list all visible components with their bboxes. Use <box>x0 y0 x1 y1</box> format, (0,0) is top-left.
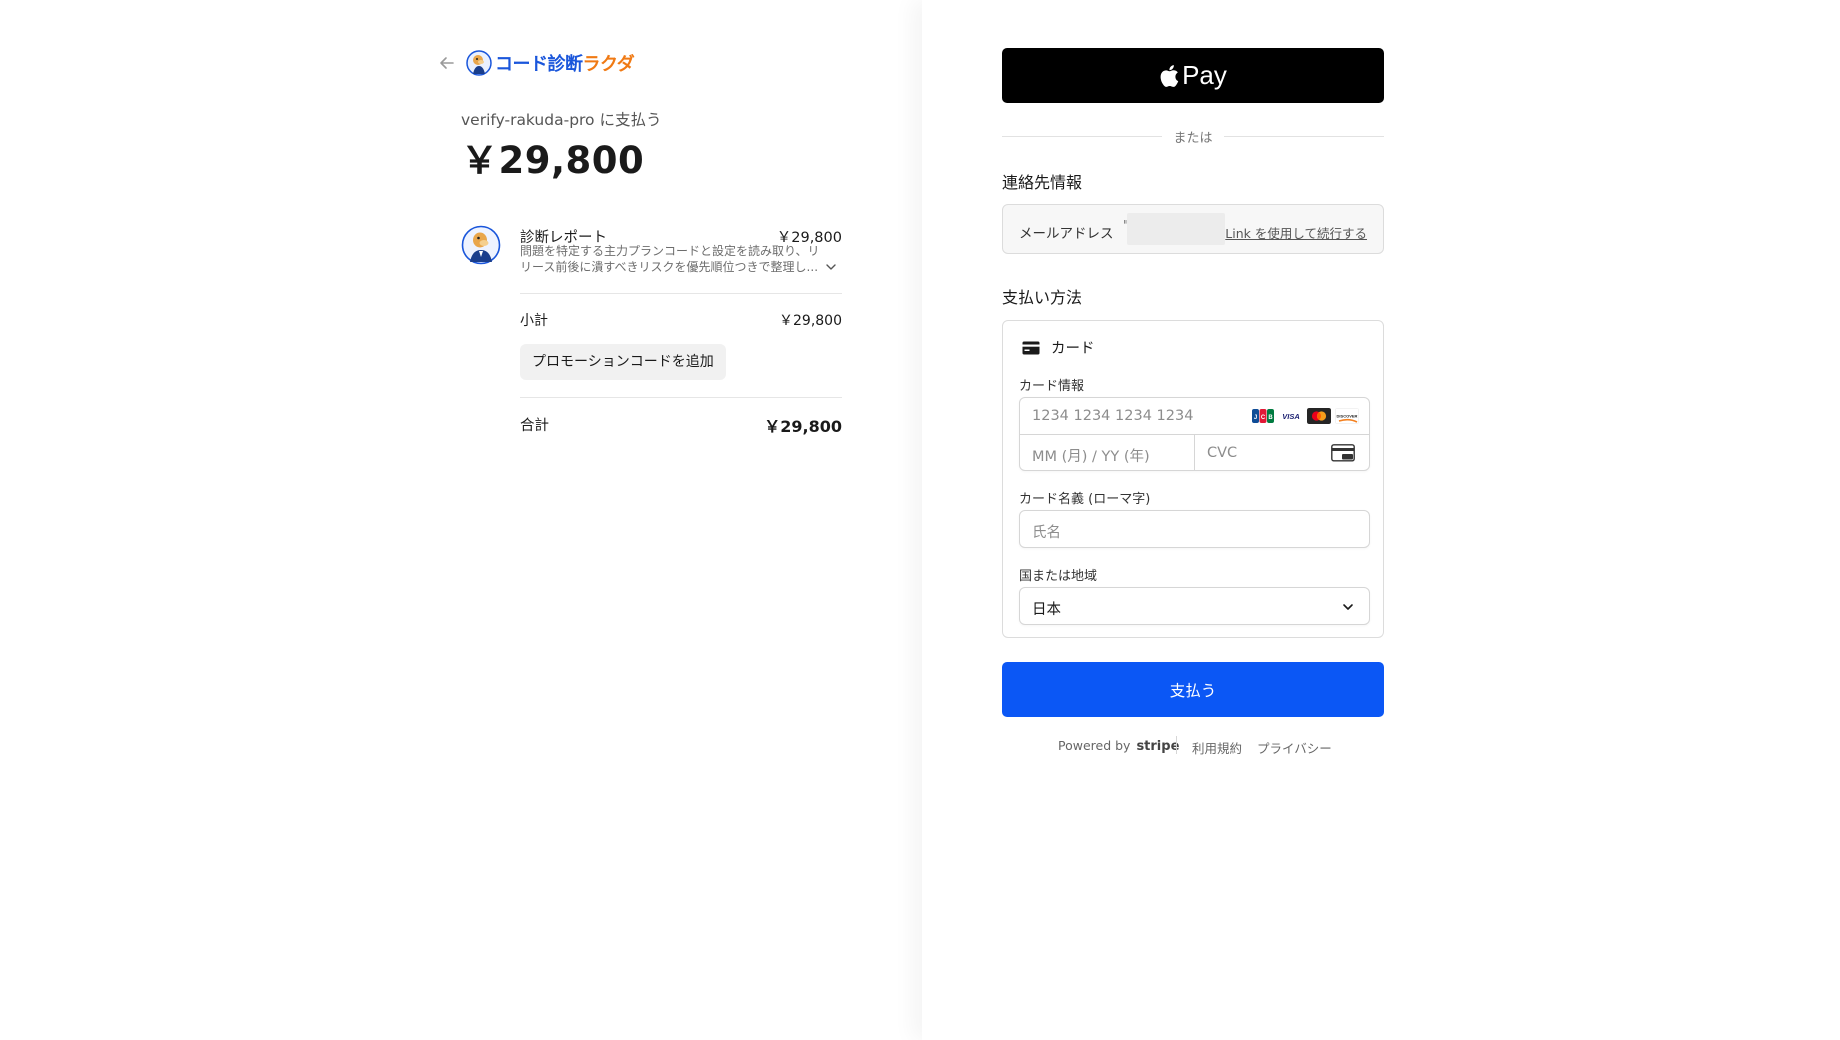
add-promo-code-button[interactable]: プロモーションコードを追加 <box>520 344 726 380</box>
mastercard-logo-icon <box>1307 408 1331 424</box>
country-label: 国または地域 <box>1019 569 1098 584</box>
cardholder-label: カード名義 (ローマ字) <box>1019 492 1151 507</box>
payment-method-title: 支払い方法 <box>1002 288 1083 307</box>
cvc-input[interactable]: CVC <box>1195 435 1369 471</box>
pay-button[interactable]: 支払う <box>1002 662 1384 717</box>
email-field[interactable]: メールアドレス " Link を使用して続行する <box>1002 204 1384 254</box>
powered-by-label: Powered by <box>1058 738 1131 753</box>
order-summary-panel: コード診断ラクダ verify-rakuda-pro に支払う ￥29,800 … <box>0 0 922 1040</box>
email-label: メールアドレス <box>1019 226 1114 242</box>
privacy-link[interactable]: プライバシー <box>1257 738 1332 757</box>
card-payment-form: カード カード情報 1234 1234 1234 1234 J C B VISA <box>1002 320 1384 638</box>
apple-pay-button[interactable]: Pay <box>1002 48 1384 103</box>
card-number-placeholder: 1234 1234 1234 1234 <box>1032 408 1194 424</box>
credit-card-icon <box>1022 341 1040 355</box>
pay-to-label: verify-rakuda-pro に支払う <box>461 111 662 129</box>
camel-mascot-icon <box>466 50 492 76</box>
or-label: または <box>1173 131 1213 146</box>
cardholder-placeholder: 氏名 <box>1032 525 1061 541</box>
expiry-placeholder: MM (月) / YY (年) <box>1032 449 1150 465</box>
divider <box>520 293 842 294</box>
product-image <box>461 225 501 265</box>
total-value: ￥29,800 <box>764 417 842 436</box>
subtotal-label: 小計 <box>520 313 548 329</box>
line-item-description: 問題を特定する主力プランコードと設定を読み取り、リリース前後に潰すべきリスクを優… <box>520 244 820 274</box>
cvc-placeholder: CVC <box>1207 445 1238 461</box>
card-brands: J C B VISA DISCOVER <box>1251 408 1359 424</box>
svg-text:C: C <box>1261 415 1266 421</box>
apple-logo-icon <box>1160 64 1179 87</box>
powered-by-stripe[interactable]: Powered by stripe <box>1058 738 1179 754</box>
svg-text:VISA: VISA <box>1282 412 1300 421</box>
card-info-label: カード情報 <box>1019 379 1085 394</box>
link-continue-link[interactable]: Link を使用して続行する <box>1225 223 1367 242</box>
total-label: 合計 <box>520 418 549 434</box>
chevron-down-icon <box>1343 604 1353 610</box>
email-redacted <box>1127 213 1225 245</box>
contact-info-title: 連絡先情報 <box>1002 173 1083 192</box>
cardholder-name-input[interactable]: 氏名 <box>1019 510 1370 548</box>
arrow-left-icon[interactable] <box>436 52 458 74</box>
card-tab-label: カード <box>1051 341 1095 357</box>
card-number-input[interactable]: 1234 1234 1234 1234 J C B VISA DISCOVER <box>1020 398 1369 435</box>
jcb-logo-icon: J C B <box>1251 408 1275 424</box>
brand-name-part2: ラクダ <box>582 54 635 75</box>
or-divider: または <box>1002 127 1384 146</box>
svg-text:J: J <box>1254 415 1257 421</box>
cvc-card-icon <box>1331 444 1355 462</box>
terms-link[interactable]: 利用規約 <box>1192 738 1242 757</box>
stripe-logo: stripe <box>1136 739 1180 754</box>
footer: Powered by stripe 利用規約 プライバシー <box>1002 736 1384 756</box>
brand-logo[interactable]: コード診断ラクダ <box>466 49 635 77</box>
chevron-down-icon[interactable] <box>824 260 838 274</box>
discover-logo-icon: DISCOVER <box>1335 408 1359 424</box>
apple-pay-label: Pay <box>1182 60 1227 90</box>
svg-text:DISCOVER: DISCOVER <box>1337 414 1358 419</box>
subtotal-value: ￥29,800 <box>779 313 842 329</box>
country-value: 日本 <box>1032 602 1061 618</box>
expiry-input[interactable]: MM (月) / YY (年) <box>1020 435 1195 471</box>
card-details-group: 1234 1234 1234 1234 J C B VISA DISCOVER … <box>1019 397 1370 471</box>
divider <box>520 397 842 398</box>
brand-name-part1: コード診断 <box>495 54 583 75</box>
visa-logo-icon: VISA <box>1279 408 1303 424</box>
country-select[interactable]: 日本 <box>1019 587 1370 625</box>
footer-separator <box>1176 736 1177 754</box>
total-amount: ￥29,800 <box>461 139 645 182</box>
svg-text:B: B <box>1268 415 1273 421</box>
